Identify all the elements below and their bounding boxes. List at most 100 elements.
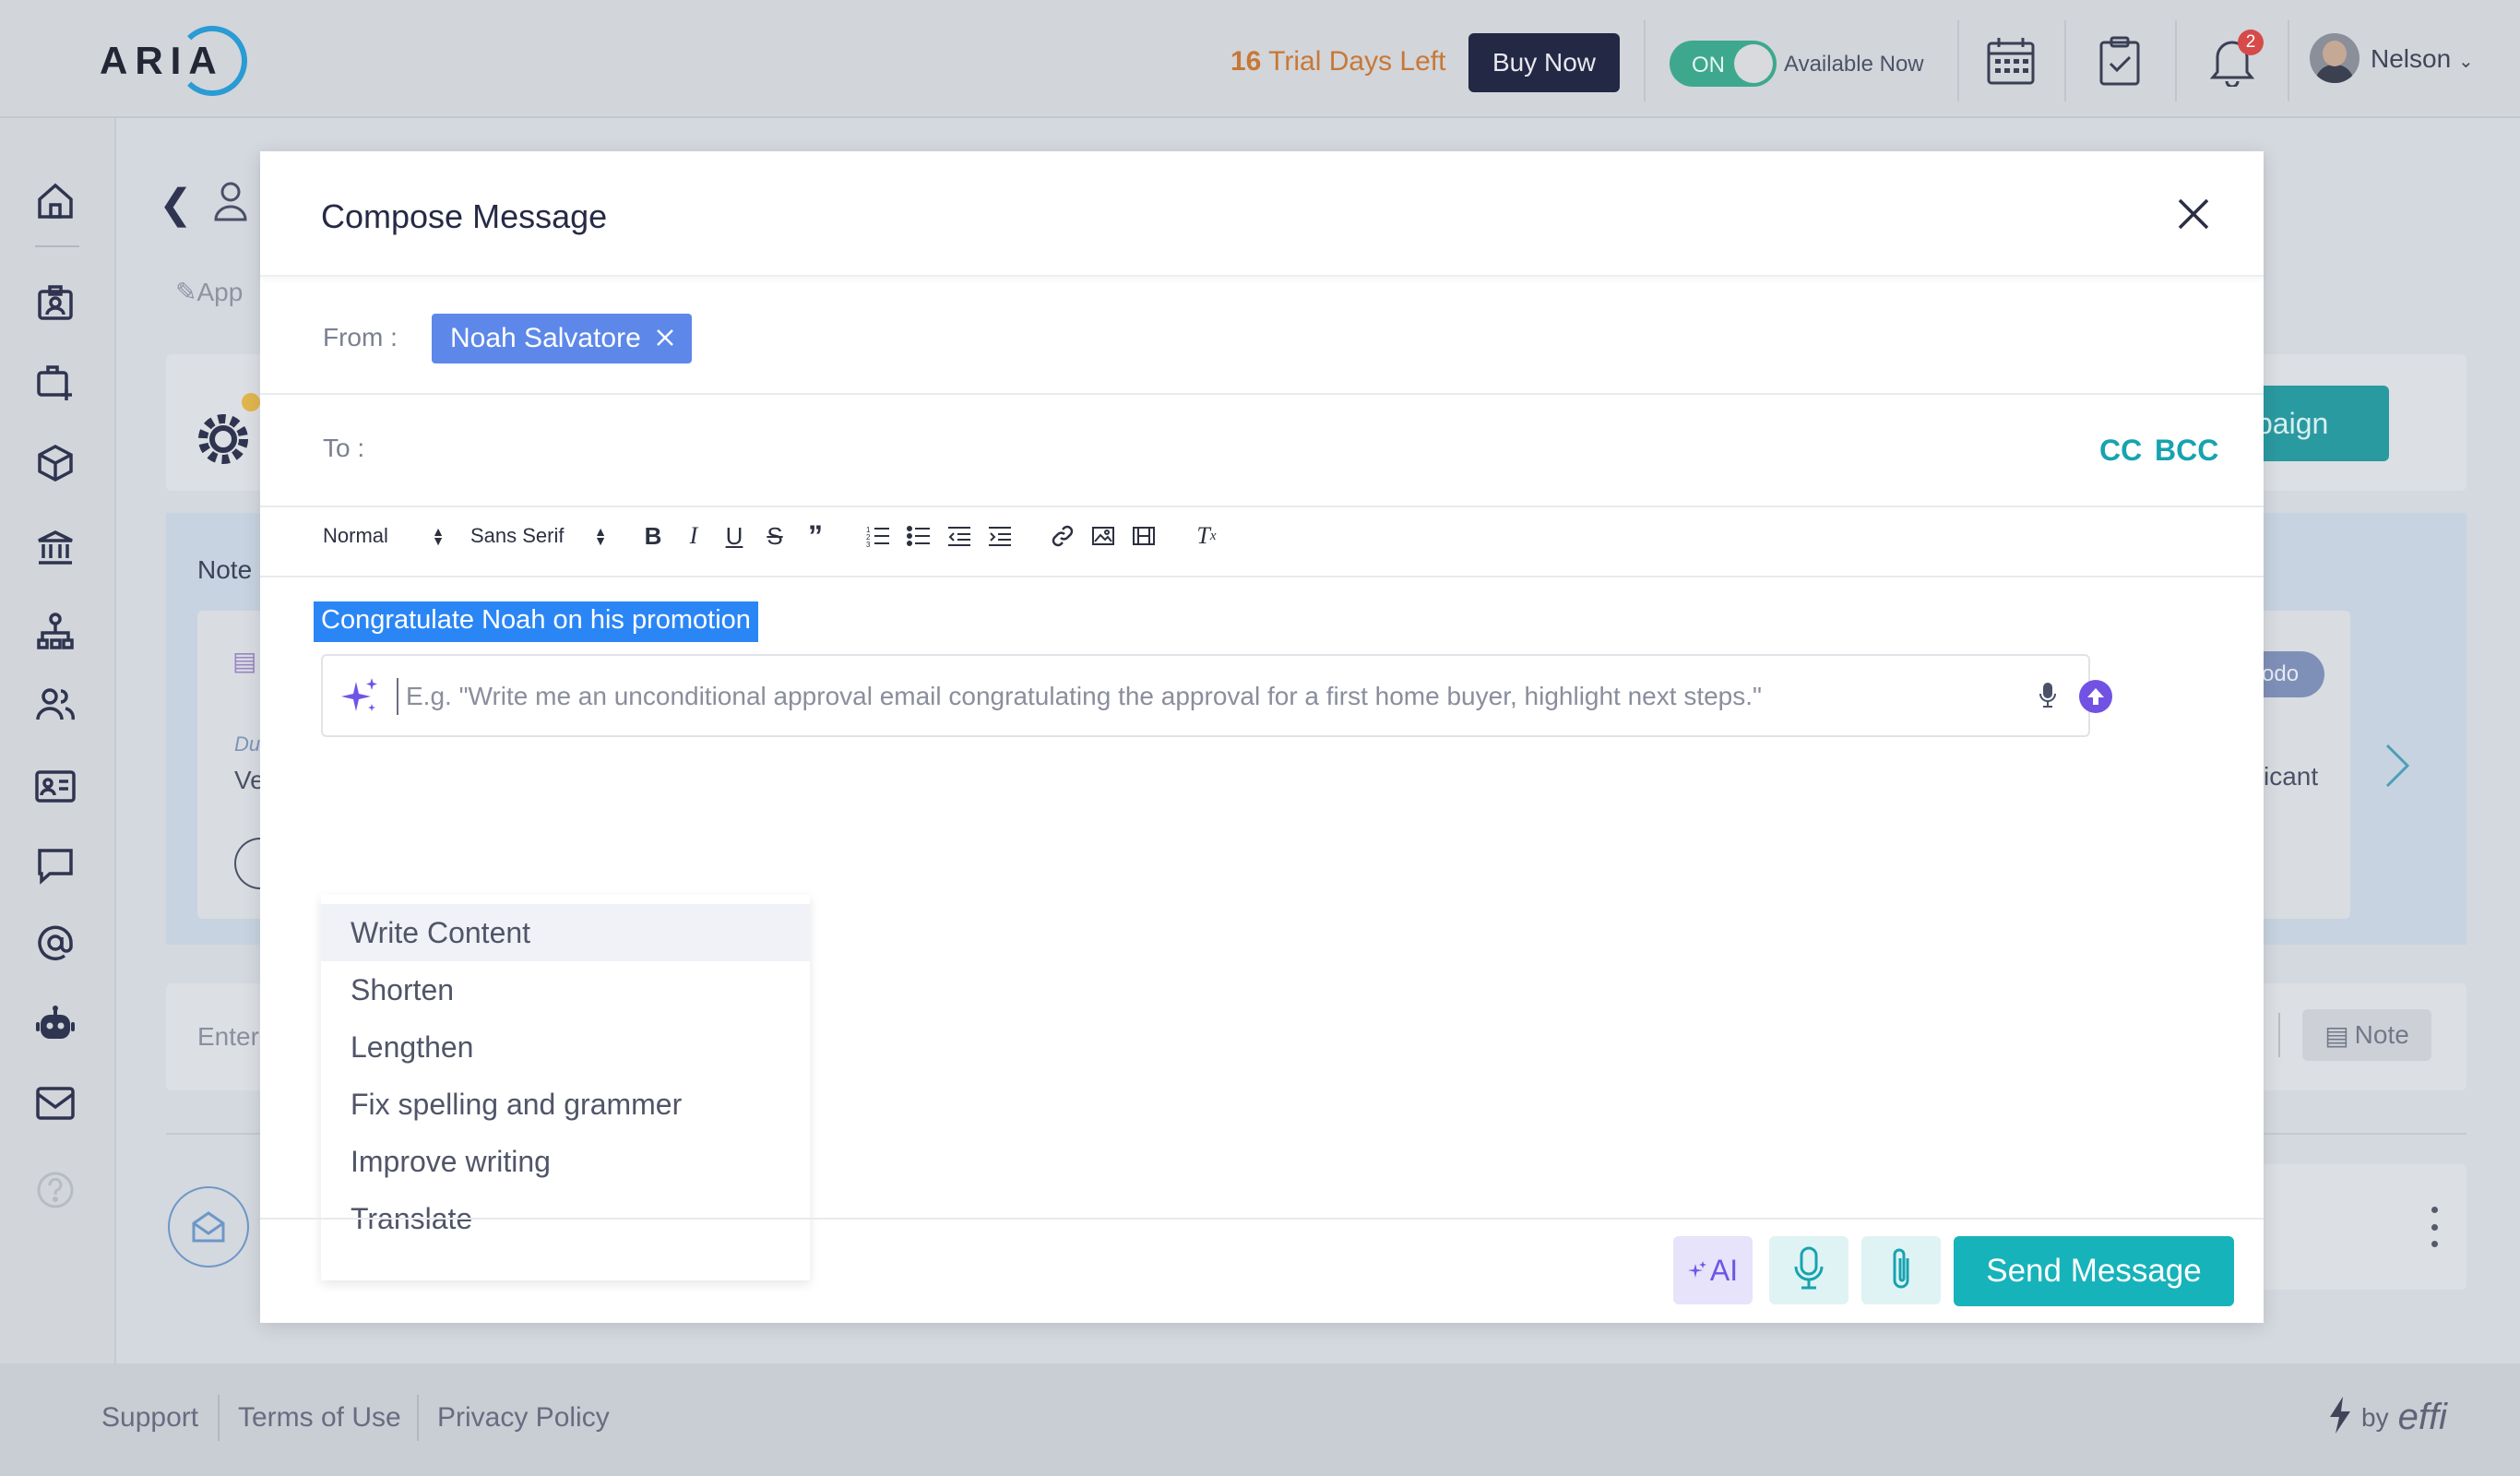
- select-arrows-icon: ▲ ▼: [594, 524, 607, 548]
- video-icon[interactable]: [1123, 516, 1164, 556]
- bot-icon[interactable]: [30, 998, 81, 1050]
- avatar[interactable]: [2310, 33, 2360, 83]
- divider: [260, 576, 2264, 577]
- ai-prompt-box: [321, 654, 2112, 737]
- heading-select[interactable]: Normal ▲ ▼: [323, 524, 445, 548]
- to-input[interactable]: [398, 423, 2040, 472]
- ordered-list-icon[interactable]: 123: [858, 516, 898, 556]
- chat-icon[interactable]: [30, 839, 81, 891]
- remove-icon[interactable]: [656, 323, 674, 354]
- strikethrough-icon[interactable]: S: [755, 516, 795, 556]
- gear-icon: [192, 386, 269, 473]
- bg-applicant-text: icant: [2264, 762, 2319, 791]
- bold-icon[interactable]: B: [633, 516, 673, 556]
- send-message-button[interactable]: Send Message: [1954, 1236, 2234, 1306]
- calendar-icon[interactable]: [1983, 33, 2039, 89]
- attach-button[interactable]: [1861, 1236, 1941, 1304]
- team-icon[interactable]: [30, 679, 81, 731]
- link-icon[interactable]: [1042, 516, 1083, 556]
- from-recipient-chip[interactable]: Noah Salvatore: [432, 314, 692, 363]
- powered-by-effi: by effi: [2328, 1397, 2447, 1438]
- effi-brand: effi: [2397, 1397, 2447, 1437]
- envelope-open-icon[interactable]: [168, 1186, 249, 1268]
- toggle-label: ON: [1692, 53, 1725, 77]
- support-link[interactable]: Support: [101, 1402, 198, 1434]
- org-chart-icon[interactable]: [30, 605, 81, 657]
- user-menu[interactable]: Nelson ⌄: [2371, 44, 2474, 74]
- toggle-knob: [1734, 44, 1773, 83]
- id-card-icon[interactable]: [30, 760, 81, 812]
- add-briefcase-icon[interactable]: [30, 356, 81, 408]
- outdent-icon[interactable]: [939, 516, 980, 556]
- image-icon[interactable]: [1083, 516, 1123, 556]
- buy-now-button[interactable]: Buy Now: [1468, 33, 1620, 92]
- trial-days-text: Trial Days Left: [1268, 46, 1446, 77]
- compose-message-modal: Compose Message From : Noah Salvatore To…: [260, 151, 2264, 1323]
- terms-link[interactable]: Terms of Use: [238, 1402, 401, 1434]
- sparkle-icon: [1687, 1254, 1706, 1288]
- bg-tab-text: App: [196, 278, 244, 306]
- bullet-list-icon[interactable]: [898, 516, 939, 556]
- font-select-value: Sans Serif: [470, 524, 565, 547]
- bg-due-label: Du: [234, 732, 261, 756]
- close-icon[interactable]: [2173, 194, 2214, 234]
- home-icon[interactable]: [30, 175, 81, 227]
- bg-notes-label: Note: [197, 555, 253, 584]
- mail-icon[interactable]: [30, 1077, 81, 1129]
- contacts-icon[interactable]: [30, 277, 81, 328]
- selected-editor-text[interactable]: Congratulate Noah on his promotion: [314, 601, 758, 642]
- menu-item-shorten[interactable]: Shorten: [321, 961, 810, 1018]
- to-label: To :: [323, 434, 365, 462]
- text-caret: [397, 678, 398, 715]
- microphone-icon[interactable]: [2039, 682, 2057, 714]
- bank-icon[interactable]: [30, 522, 81, 574]
- underline-icon[interactable]: U: [714, 516, 755, 556]
- divider: [260, 1218, 2264, 1220]
- ai-button[interactable]: AI: [1673, 1236, 1753, 1304]
- menu-item-fix-spelling[interactable]: Fix spelling and grammer: [321, 1076, 810, 1133]
- divider: [2278, 1013, 2280, 1057]
- bcc-button[interactable]: BCC: [2155, 434, 2218, 468]
- paperclip-icon: [1887, 1245, 1915, 1296]
- menu-item-write-content[interactable]: Write Content: [321, 904, 810, 961]
- user-name: Nelson: [2371, 44, 2452, 73]
- menu-item-lengthen[interactable]: Lengthen: [321, 1018, 810, 1076]
- privacy-link[interactable]: Privacy Policy: [437, 1402, 610, 1434]
- divider: [1644, 20, 1646, 101]
- aria-logo[interactable]: ARIA: [100, 24, 247, 98]
- modal-title: Compose Message: [321, 197, 608, 235]
- more-options-icon[interactable]: [2431, 1207, 2439, 1247]
- select-arrows-icon: ▲ ▼: [432, 524, 445, 548]
- by-label: by: [2361, 1402, 2389, 1432]
- bg-tab-label[interactable]: ✎App: [175, 277, 243, 307]
- ai-prompt-input[interactable]: [406, 673, 1992, 720]
- menu-item-improve-writing[interactable]: Improve writing: [321, 1133, 810, 1190]
- box-icon[interactable]: [30, 437, 81, 489]
- divider: [260, 506, 2264, 507]
- note-chip-label: Note: [2354, 1020, 2409, 1049]
- divider: [2064, 20, 2066, 101]
- from-label: From :: [323, 323, 398, 351]
- heading-select-value: Normal: [323, 524, 388, 547]
- bolt-icon: [2328, 1397, 2352, 1438]
- cc-button[interactable]: CC: [2099, 434, 2142, 468]
- availability-toggle[interactable]: ON: [1670, 41, 1777, 87]
- help-icon[interactable]: [30, 1164, 81, 1216]
- clear-format-icon[interactable]: Tx: [1186, 516, 1227, 556]
- submit-arrow-icon[interactable]: [2079, 680, 2112, 713]
- note-chip[interactable]: ▤ Note: [2302, 1009, 2431, 1061]
- indent-icon[interactable]: [980, 516, 1020, 556]
- microphone-button[interactable]: [1769, 1236, 1848, 1304]
- doc-edit-icon: ✎: [175, 278, 197, 306]
- top-bar: ARIA 16 Trial Days Left Buy Now ON Avail…: [0, 0, 2520, 118]
- sparkle-icon: [341, 676, 380, 721]
- at-sign-icon[interactable]: [30, 917, 81, 969]
- back-arrow-icon[interactable]: ❮: [159, 181, 193, 228]
- italic-icon[interactable]: I: [673, 516, 714, 556]
- blockquote-icon[interactable]: ”: [795, 516, 836, 556]
- chevron-right-icon[interactable]: [2383, 742, 2411, 794]
- sidebar-divider: [35, 245, 79, 247]
- font-select[interactable]: Sans Serif ▲ ▼: [470, 524, 607, 548]
- divider: [1957, 20, 1959, 101]
- clipboard-check-icon[interactable]: [2092, 33, 2147, 89]
